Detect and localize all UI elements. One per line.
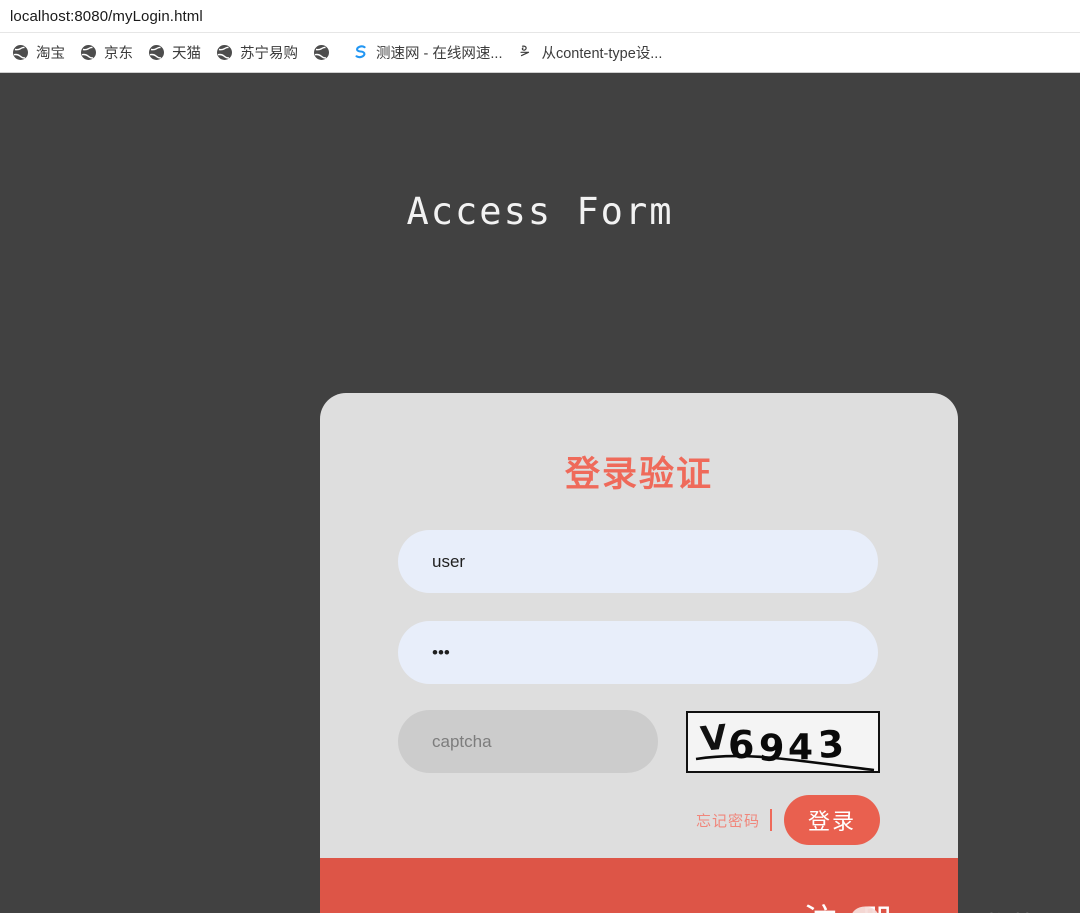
browser-chrome: localhost:8080/myLogin.html 淘宝 京东 天猫 苏宁易… [0, 0, 1080, 73]
svg-text:V: V [699, 717, 730, 760]
bookmark-speedtest[interactable]: 测速网 - 在线网速... [346, 39, 511, 66]
bookmark-suning[interactable]: 苏宁易购 [210, 39, 307, 66]
bookmark-label: 测速网 - 在线网速... [376, 46, 503, 62]
bookmark-label: 天猫 [172, 46, 201, 62]
globe-icon [216, 44, 233, 61]
captcha-input[interactable] [398, 710, 658, 773]
document-icon [517, 44, 534, 61]
password-input[interactable] [398, 621, 878, 684]
globe-icon [313, 44, 330, 61]
page-content: Access Form 登录验证 V 6 9 4 3 [0, 73, 1080, 913]
login-card: 登录验证 V 6 9 4 3 忘记 [320, 393, 958, 913]
login-button[interactable]: 登录 [784, 795, 880, 845]
svg-text:6: 6 [728, 723, 754, 767]
bookmarks-bar: 淘宝 京东 天猫 苏宁易购 测速网 - 在线网速... 从content-typ… [0, 33, 1080, 73]
captcha-image[interactable]: V 6 9 4 3 [686, 710, 880, 773]
bookmark-label: 淘宝 [36, 46, 65, 62]
speedtest-icon [352, 44, 369, 61]
globe-icon [12, 44, 29, 61]
forgot-password-link[interactable]: 忘记密码 [696, 810, 760, 831]
globe-icon [80, 44, 97, 61]
bookmark-tmall[interactable]: 天猫 [142, 39, 210, 66]
bookmark-taobao[interactable]: 淘宝 [6, 39, 74, 66]
login-card-body: 登录验证 V 6 9 4 3 忘记 [320, 393, 958, 858]
login-actions: 忘记密码 登录 [398, 795, 880, 845]
captcha-row: V 6 9 4 3 [398, 710, 880, 773]
globe-icon [148, 44, 165, 61]
login-card-heading: 登录验证 [564, 455, 713, 495]
address-bar-url: localhost:8080/myLogin.html [10, 7, 203, 25]
svg-text:9: 9 [758, 726, 786, 770]
bookmark-content-type[interactable]: 从content-type设... [511, 39, 671, 66]
bookmark-jd[interactable]: 京东 [74, 39, 142, 66]
page-title: Access Form [406, 190, 674, 233]
login-card-footer: 新用户 注 册 [320, 858, 958, 913]
svg-text:3: 3 [817, 722, 846, 767]
bookmark-label: 苏宁易购 [240, 46, 298, 62]
register-label: 注 册 [803, 894, 900, 913]
bookmark-label: 京东 [104, 46, 133, 62]
bookmark-untitled[interactable] [307, 41, 346, 64]
register-link[interactable]: 新用户 注 册 [747, 894, 900, 913]
action-divider [770, 809, 772, 831]
username-input[interactable] [398, 530, 878, 593]
bookmark-label: 从content-type设... [541, 46, 663, 62]
address-bar[interactable]: localhost:8080/myLogin.html [0, 0, 1080, 33]
